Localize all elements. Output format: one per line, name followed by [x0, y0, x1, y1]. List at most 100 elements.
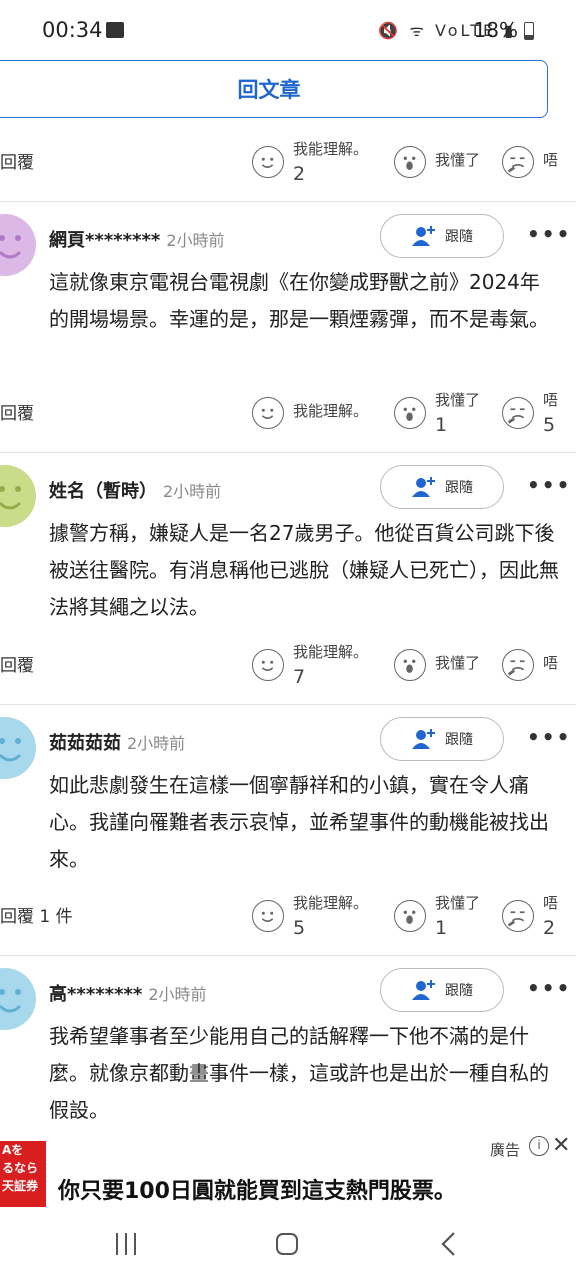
sigh-face-icon	[502, 900, 534, 932]
smile-face-icon	[252, 146, 284, 178]
add-user-icon	[412, 477, 435, 497]
reaction-sigh[interactable]: 唔 2	[502, 884, 576, 948]
follow-button[interactable]: 跟隨	[380, 214, 504, 258]
comment-body: 我希望肇事者至少能用自己的話解釋一下他不滿的是什麼。就像京都動畫事件一樣，這或許…	[49, 1024, 549, 1122]
reaction-understand-label: 我能理解。	[293, 140, 369, 158]
comment-time: 2小時前	[127, 734, 186, 753]
back-to-article-label: 回文章	[237, 78, 301, 102]
reaction-understand-label: 我能理解。	[293, 402, 369, 420]
follow-label: 跟隨	[445, 732, 473, 748]
follow-label: 跟隨	[445, 480, 473, 496]
ad-image: Aを るなら 天証券	[0, 1141, 46, 1207]
reaction-got-it-label: 我懂了	[435, 654, 481, 672]
home-icon[interactable]	[276, 1233, 298, 1255]
more-options-icon[interactable]: •••	[527, 473, 571, 497]
reply-button[interactable]: 回覆 1 件	[0, 902, 73, 927]
reaction-understand-count: 7	[293, 666, 306, 688]
reaction-got-it-count: 1	[435, 917, 448, 939]
divider	[0, 704, 576, 705]
close-icon[interactable]: ✕	[552, 1133, 570, 1158]
add-user-icon	[412, 226, 435, 246]
reply-button[interactable]: 回覆	[0, 651, 34, 676]
reaction-row: 回覆 我能理解。 7 我懂了 唔	[0, 633, 576, 697]
avatar	[0, 968, 36, 1030]
reaction-sigh-count: 2	[543, 917, 556, 939]
reaction-sigh-label: 唔	[543, 654, 559, 672]
reaction-understand-count: 5	[293, 917, 306, 939]
smile-face-icon	[252, 397, 284, 429]
divider	[0, 452, 576, 453]
surprised-face-icon	[394, 397, 426, 429]
follow-button[interactable]: 跟隨	[380, 465, 504, 509]
reaction-got-it-label: 我懂了	[435, 894, 481, 912]
sigh-face-icon	[502, 397, 534, 429]
ad-title: 你只要100日圓就能買到這支熱門股票。	[58, 1179, 456, 1204]
reaction-got-it[interactable]: 我懂了 1	[394, 381, 494, 445]
comment-author[interactable]: 高******** 2小時前	[49, 980, 207, 1006]
reaction-sigh[interactable]: 唔 5	[502, 381, 576, 445]
reaction-sigh-label: 唔	[543, 391, 559, 409]
reaction-understand-count: 2	[293, 163, 306, 185]
comment-author[interactable]: 茹茹茹茹 2小時前	[49, 729, 185, 755]
gallery-icon	[106, 22, 124, 38]
reaction-got-it-count: 1	[435, 414, 448, 436]
follow-label: 跟隨	[445, 983, 473, 999]
reaction-understand-label: 我能理解。	[293, 643, 369, 661]
reaction-got-it[interactable]: 我懂了 1	[394, 884, 494, 948]
sigh-face-icon	[502, 146, 534, 178]
reply-button[interactable]: 回覆	[0, 399, 34, 424]
add-user-icon	[412, 980, 435, 1000]
recent-apps-icon[interactable]	[114, 1233, 138, 1255]
comment-time: 2小時前	[163, 482, 222, 501]
reaction-understand[interactable]: 我能理解。 5	[252, 884, 382, 948]
reply-button[interactable]: 回覆	[0, 148, 34, 173]
reaction-sigh-label: 唔	[543, 151, 559, 169]
battery-percent: 18%	[473, 18, 518, 42]
comment-time: 2小時前	[166, 231, 225, 250]
reaction-got-it-label: 我懂了	[435, 391, 481, 409]
reaction-sigh[interactable]: 唔	[502, 130, 576, 194]
reaction-sigh[interactable]: 唔	[502, 633, 576, 697]
surprised-face-icon	[394, 146, 426, 178]
add-user-icon	[412, 729, 435, 749]
status-time: 00:34	[42, 18, 103, 42]
reaction-row: 回覆 我能理解。 2 我懂了 唔	[0, 130, 576, 194]
reaction-row: 回覆 1 件 我能理解。 5 我懂了 1 唔 2	[0, 884, 576, 948]
follow-button[interactable]: 跟隨	[380, 968, 504, 1012]
sigh-face-icon	[502, 649, 534, 681]
comment-body: 據警方稱，嫌疑人是一名27歲男子。他從百貨公司跳下後被送往醫院。有消息稱他已逃脫…	[49, 521, 559, 619]
reaction-got-it[interactable]: 我懂了	[394, 633, 494, 697]
divider	[0, 955, 576, 956]
info-icon[interactable]: i	[529, 1136, 549, 1156]
comment-body: 如此悲劇發生在這樣一個寧靜祥和的小鎮，實在令人痛心。我謹向罹難者表示哀悼，並希望…	[49, 773, 549, 871]
follow-label: 跟隨	[445, 229, 473, 245]
more-options-icon[interactable]: •••	[527, 222, 571, 246]
comment-time: 2小時前	[148, 985, 207, 1004]
reaction-sigh-label: 唔	[543, 894, 559, 912]
follow-button[interactable]: 跟隨	[380, 717, 504, 761]
status-bar: 00:34 🔇 ᯤ VoLTE ▮ 18%	[0, 0, 576, 64]
divider	[0, 201, 576, 202]
ad-banner[interactable]: Aを るなら 天証券 廣告 i ✕ 你只要100日圓就能買到這支熱門股票。	[0, 1133, 576, 1213]
back-to-article-button[interactable]: 回文章	[0, 60, 548, 118]
system-navigation-bar	[0, 1213, 576, 1280]
reaction-got-it[interactable]: 我懂了	[394, 130, 494, 194]
avatar	[0, 465, 36, 527]
ad-label: 廣告	[490, 1141, 521, 1159]
back-icon[interactable]	[438, 1231, 460, 1257]
more-options-icon[interactable]: •••	[527, 725, 571, 749]
avatar	[0, 214, 36, 276]
avatar	[0, 717, 36, 779]
reaction-understand[interactable]: 我能理解。	[252, 381, 382, 445]
reaction-understand[interactable]: 我能理解。 2	[252, 130, 382, 194]
comment-body: 這就像東京電視台電視劇《在你變成野獸之前》2024年的開場場景。幸運的是，那是一…	[49, 270, 549, 331]
more-options-icon[interactable]: •••	[527, 976, 571, 1000]
smile-face-icon	[252, 900, 284, 932]
reaction-row: 回覆 我能理解。 我懂了 1 唔 5	[0, 381, 576, 445]
comment-author[interactable]: 網頁******** 2小時前	[49, 226, 225, 252]
reaction-understand[interactable]: 我能理解。 7	[252, 633, 382, 697]
reaction-understand-label: 我能理解。	[293, 894, 369, 912]
comment-author[interactable]: 姓名（暫時） 2小時前	[49, 477, 221, 503]
reaction-got-it-label: 我懂了	[435, 151, 481, 169]
surprised-face-icon	[394, 649, 426, 681]
